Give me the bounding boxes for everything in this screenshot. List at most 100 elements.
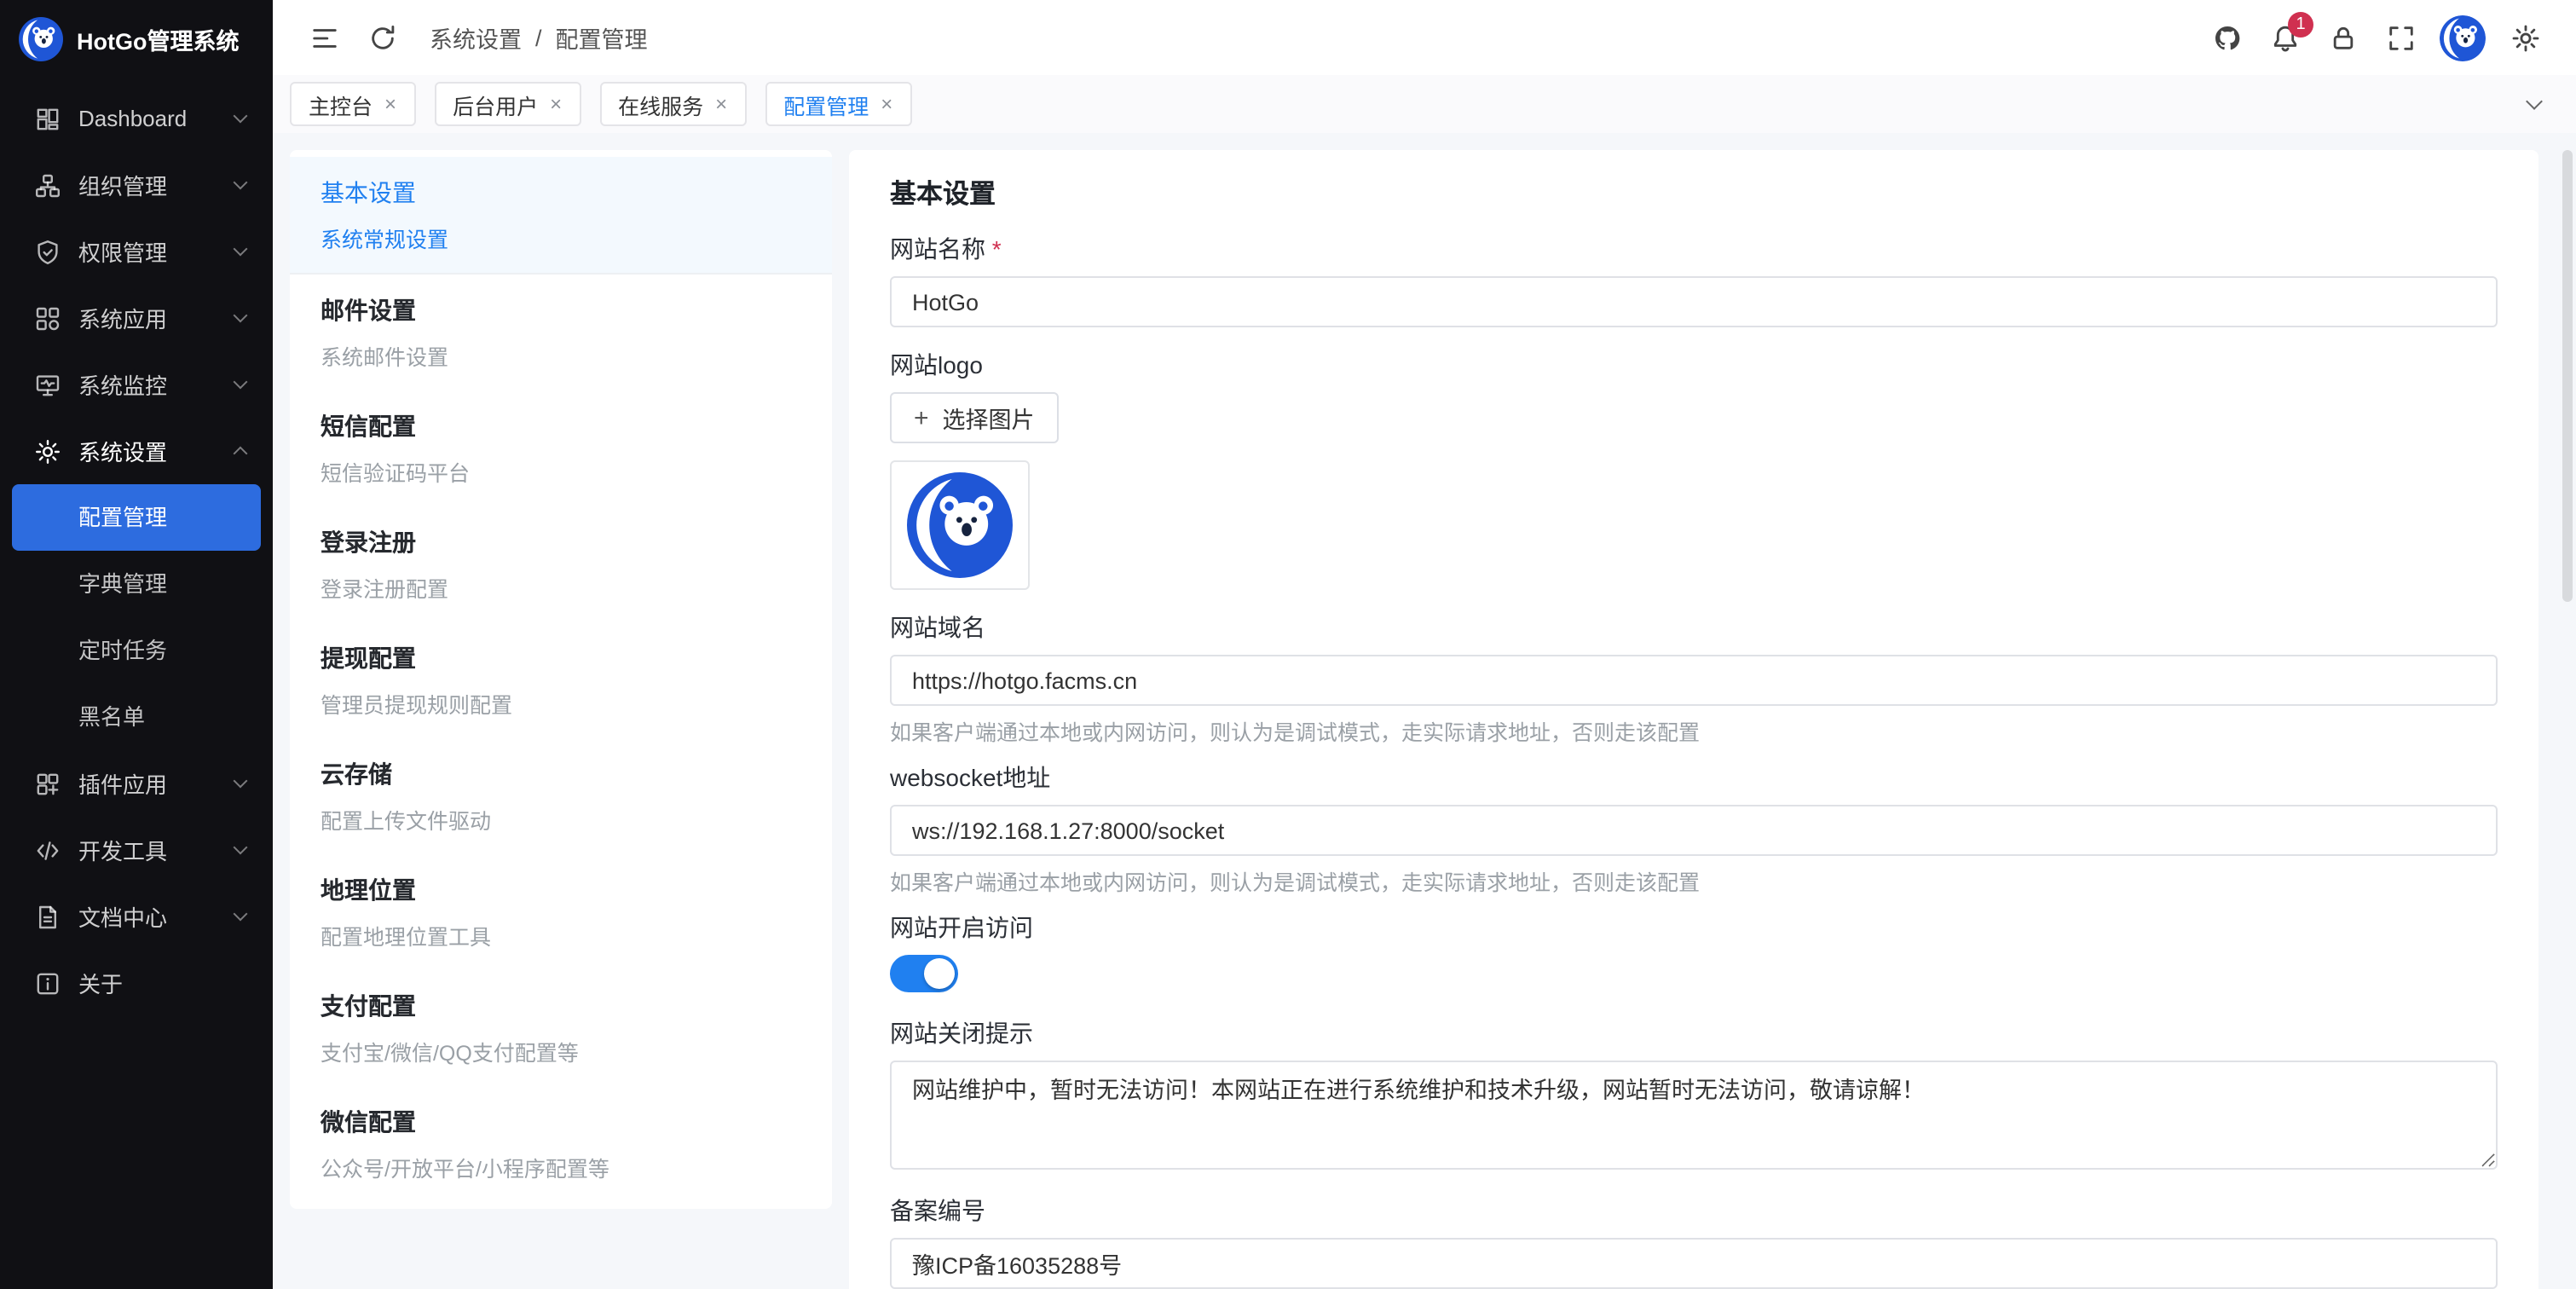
sidebar-item-permission[interactable]: 权限管理 xyxy=(0,218,273,285)
sidebar-item-system-monitor[interactable]: 系统监控 xyxy=(0,351,273,418)
app-logo[interactable]: HotGo管理系统 xyxy=(0,0,273,78)
github-icon xyxy=(2212,23,2241,52)
chevron-down-icon xyxy=(234,774,248,789)
settings-menu-item-payment[interactable]: 支付配置 支付宝/微信/QQ支付配置等 xyxy=(290,970,832,1086)
close-icon[interactable] xyxy=(550,94,562,114)
sidebar-item-dev-tools[interactable]: 开发工具 xyxy=(0,817,273,883)
settings-item-title: 登录注册 xyxy=(321,525,801,559)
notification-badge: 1 xyxy=(2288,12,2313,38)
sidebar-item-label: 权限管理 xyxy=(78,235,235,268)
apps-icon xyxy=(34,304,61,332)
plugin-icon xyxy=(34,770,61,797)
chevron-up-icon xyxy=(234,447,248,461)
site-domain-input[interactable] xyxy=(890,655,2498,706)
plus-icon xyxy=(914,405,929,431)
site-access-toggle[interactable] xyxy=(890,955,958,992)
sidebar-item-label: 插件应用 xyxy=(78,767,235,800)
sidebar-item-dictionary[interactable]: 字典管理 xyxy=(0,551,273,617)
sidebar-item-about[interactable]: 关于 xyxy=(0,950,273,1016)
settings-item-title: 基本设置 xyxy=(321,176,801,210)
close-tip-textarea[interactable]: 网站维护中，暂时无法访问！本网站正在进行系统维护和技术升级，网站暂时无法访问，敬… xyxy=(890,1061,2498,1170)
chevron-down-icon xyxy=(234,309,248,323)
websocket-help: 如果客户端通过本地或内网访问，则认为是调试模式，走实际请求地址，否则走该配置 xyxy=(890,864,2498,897)
refresh-button[interactable] xyxy=(355,10,409,65)
site-name-input[interactable] xyxy=(890,276,2498,327)
avatar[interactable] xyxy=(2440,14,2486,61)
settings-item-title: 短信配置 xyxy=(321,409,801,443)
github-button[interactable] xyxy=(2199,10,2254,65)
sidebar-item-cron-tasks[interactable]: 定时任务 xyxy=(0,617,273,684)
settings-item-title: 提现配置 xyxy=(321,641,801,675)
chevron-down-icon xyxy=(234,375,248,390)
settings-item-subtitle: 系统邮件设置 xyxy=(321,339,801,372)
settings-menu-item-wechat[interactable]: 微信配置 公众号/开放平台/小程序配置等 xyxy=(290,1086,832,1202)
sidebar: HotGo管理系统 Dashboard 组织管理 权限管理 系统应用 xyxy=(0,0,273,1289)
sidebar-item-plugins[interactable]: 插件应用 xyxy=(0,750,273,817)
chevron-down-icon xyxy=(234,109,248,124)
chevron-down-icon xyxy=(234,907,248,922)
sidebar-item-doc-center[interactable]: 文档中心 xyxy=(0,883,273,950)
tab-label: 在线服务 xyxy=(618,88,703,120)
tab-label: 配置管理 xyxy=(783,88,869,120)
settings-menu-item-email[interactable]: 邮件设置 系统邮件设置 xyxy=(290,275,832,390)
close-icon[interactable] xyxy=(881,94,892,114)
sidebar-item-label: 开发工具 xyxy=(78,834,235,866)
icp-label: 备案编号 xyxy=(890,1194,2498,1228)
sidebar-item-config-management[interactable]: 配置管理 xyxy=(12,484,261,551)
sidebar-item-system-settings[interactable]: 系统设置 xyxy=(0,418,273,484)
settings-item-title: 地理位置 xyxy=(321,873,801,907)
sidebar-item-label: 关于 xyxy=(78,967,245,999)
form-title: 基本设置 xyxy=(890,174,2498,211)
icp-input[interactable] xyxy=(890,1238,2498,1289)
sidebar-item-organization[interactable]: 组织管理 xyxy=(0,152,273,218)
websocket-input[interactable] xyxy=(890,805,2498,856)
logo-preview[interactable] xyxy=(890,460,1030,590)
settings-menu-item-geo[interactable]: 地理位置 配置地理位置工具 xyxy=(290,854,832,970)
settings-menu-item-basic[interactable]: 基本设置 系统常规设置 xyxy=(290,157,832,275)
websocket-label: websocket地址 xyxy=(890,760,2498,795)
settings-menu-item-sms[interactable]: 短信配置 短信验证码平台 xyxy=(290,390,832,506)
tab-config-management[interactable]: 配置管理 xyxy=(765,82,911,126)
site-domain-label: 网站域名 xyxy=(890,610,2498,644)
sidebar-item-blacklist[interactable]: 黑名单 xyxy=(0,684,273,750)
close-icon[interactable] xyxy=(715,94,727,114)
dashboard-icon xyxy=(34,105,61,132)
settings-menu-item-withdraw[interactable]: 提现配置 管理员提现规则配置 xyxy=(290,622,832,738)
settings-item-title: 支付配置 xyxy=(321,989,801,1023)
tab-admin-users[interactable]: 后台用户 xyxy=(434,82,580,126)
lock-screen-button[interactable] xyxy=(2315,10,2370,65)
tab-dashboard[interactable]: 主控台 xyxy=(290,82,415,126)
sidebar-collapse-button[interactable] xyxy=(297,10,351,65)
breadcrumb-separator: / xyxy=(535,25,542,50)
code-icon xyxy=(34,836,61,864)
choose-image-button[interactable]: 选择图片 xyxy=(890,392,1059,443)
tab-list-dropdown-button[interactable] xyxy=(2508,82,2559,126)
toggle-knob xyxy=(924,958,955,989)
settings-button[interactable] xyxy=(2498,10,2552,65)
document-icon xyxy=(34,903,61,930)
settings-menu-item-cloud-storage[interactable]: 云存储 配置上传文件驱动 xyxy=(290,738,832,854)
shield-icon xyxy=(34,238,61,265)
settings-menu-item-login-register[interactable]: 登录注册 登录注册配置 xyxy=(290,506,832,622)
settings-form-card: 基本设置 网站名称 网站logo 选择图片 网站域名 如果客户端通过本地或内网访… xyxy=(849,150,2538,1289)
page-scrollbar-thumb[interactable] xyxy=(2562,150,2573,602)
sidebar-item-dashboard[interactable]: Dashboard xyxy=(0,85,273,152)
breadcrumb-current[interactable]: 配置管理 xyxy=(556,20,648,55)
chevron-down-icon xyxy=(234,242,248,257)
fullscreen-button[interactable] xyxy=(2373,10,2428,65)
tab-online-service[interactable]: 在线服务 xyxy=(599,82,746,126)
content: 基本设置 系统常规设置 邮件设置 系统邮件设置 短信配置 短信验证码平台 登录注… xyxy=(273,133,2576,1289)
sidebar-item-system-apps[interactable]: 系统应用 xyxy=(0,285,273,351)
settings-menu-card: 基本设置 系统常规设置 邮件设置 系统邮件设置 短信配置 短信验证码平台 登录注… xyxy=(290,150,832,1209)
chevron-down-icon xyxy=(234,841,248,855)
about-icon xyxy=(34,969,61,997)
avatar-image xyxy=(2440,14,2486,61)
settings-item-title: 微信配置 xyxy=(321,1105,801,1139)
close-icon[interactable] xyxy=(384,94,396,114)
app-root: HotGo管理系统 Dashboard 组织管理 权限管理 系统应用 xyxy=(0,0,2576,1289)
settings-item-subtitle: 配置上传文件驱动 xyxy=(321,803,801,835)
choose-image-label: 选择图片 xyxy=(943,401,1035,435)
breadcrumb-parent[interactable]: 系统设置 xyxy=(430,20,522,55)
notifications-button[interactable]: 1 xyxy=(2257,10,2312,65)
site-logo-image xyxy=(907,472,1013,578)
